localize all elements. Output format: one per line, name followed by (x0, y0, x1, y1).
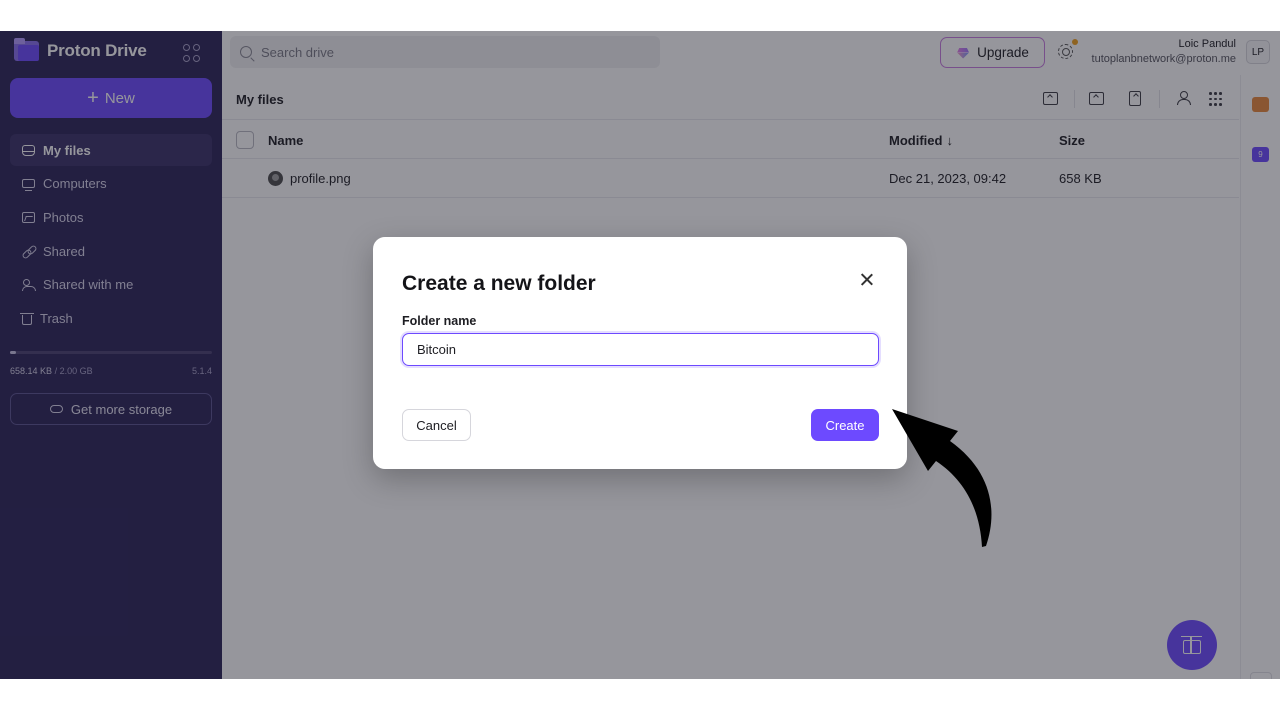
dialog-title: Create a new folder (402, 272, 596, 295)
app-window: Proton Drive + New My files Computers Ph… (0, 31, 1280, 679)
close-icon[interactable] (859, 272, 875, 288)
folder-name-label: Folder name (402, 314, 477, 328)
create-folder-dialog: Create a new folder Folder name Cancel C… (373, 237, 907, 469)
cancel-button[interactable]: Cancel (402, 409, 471, 441)
annotation-arrow (892, 409, 992, 547)
create-button[interactable]: Create (811, 409, 879, 441)
folder-name-input[interactable] (402, 333, 879, 366)
